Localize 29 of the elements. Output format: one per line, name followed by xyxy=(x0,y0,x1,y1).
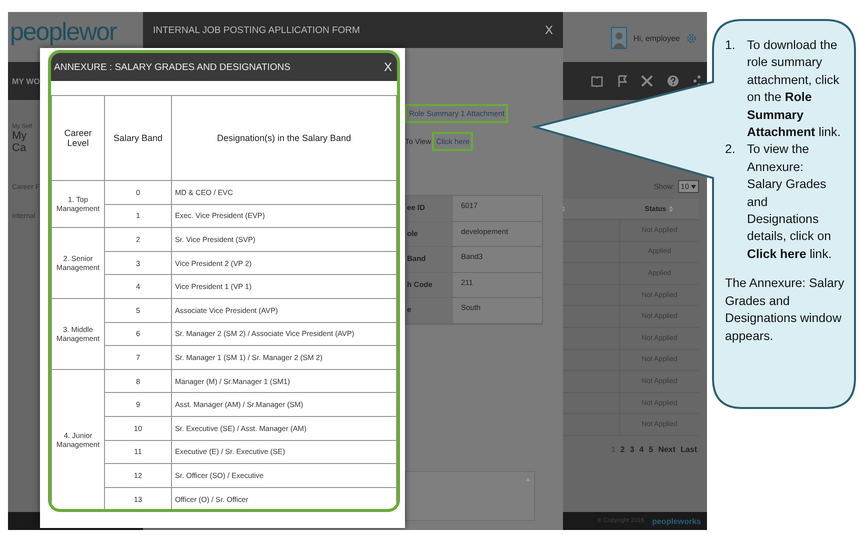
dialog-title: ANNEXURE : SALARY GRADES AND DESIGNATIONS xyxy=(54,62,291,72)
help-icon[interactable] xyxy=(667,75,679,87)
page-link[interactable]: Last xyxy=(680,444,697,454)
page-link[interactable]: 5 xyxy=(648,444,654,454)
page-link[interactable]: 2 xyxy=(620,444,625,454)
comment-field[interactable] xyxy=(405,470,535,521)
callout-step: To view the Annexure: Salary Grades and Designations details, click on Click here link. xyxy=(747,141,841,264)
close-button[interactable]: X xyxy=(544,23,553,37)
column-header: Career Level xyxy=(52,96,104,180)
page-title: My Ca xyxy=(12,130,28,154)
callout-note: The Annexure: Salary Grades and Designations window appears. xyxy=(725,275,846,345)
flag-icon[interactable] xyxy=(617,75,627,87)
app-logo: peoplewor xyxy=(10,18,116,47)
footer-logo: peopleworks xyxy=(652,516,701,526)
page-link[interactable]: 4 xyxy=(639,444,644,454)
book-icon[interactable] xyxy=(591,76,603,86)
callout-step: To download the role summary attachment, click on the Role Summary Attachment link. xyxy=(747,37,841,142)
step-number: 1. xyxy=(725,37,736,54)
nav-item[interactable]: MY WO xyxy=(12,76,40,86)
page-link[interactable]: Next xyxy=(658,444,676,454)
step-number: 2. xyxy=(725,141,736,158)
sort-icon xyxy=(669,206,674,212)
dialog-title: INTERNAL JOB POSTING APLLICATION FORM xyxy=(153,24,360,36)
page-link[interactable]: 3 xyxy=(630,444,634,454)
column-header: Salary Band xyxy=(104,96,172,180)
close-button[interactable]: X xyxy=(384,60,392,74)
column-header: Designation(s) in the Salary Band xyxy=(172,96,396,180)
caret-icon xyxy=(691,184,696,188)
user-greeting[interactable]: Hi, employee xyxy=(633,34,680,42)
